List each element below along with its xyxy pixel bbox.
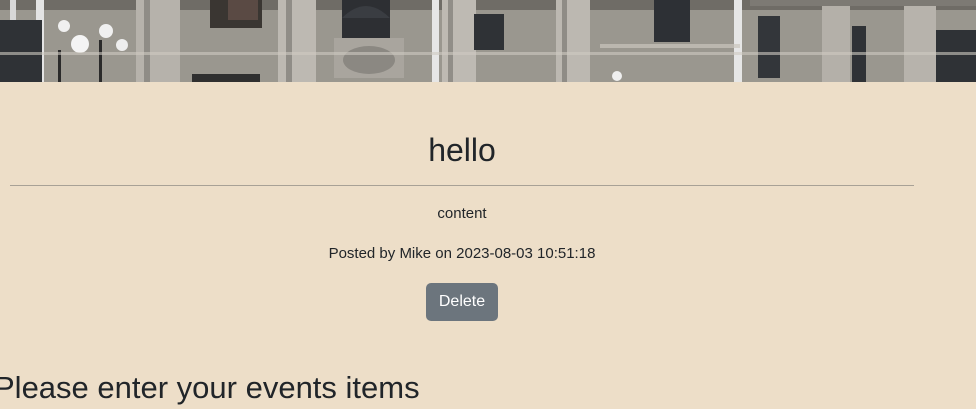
post-content: content (437, 205, 487, 222)
events-heading: Please enter your events items (0, 370, 420, 405)
divider (10, 185, 914, 186)
header-banner-image (0, 0, 976, 82)
post-title: hello (428, 132, 496, 168)
post-meta: Posted by Mike on 2023-08-03 10:51:18 (328, 245, 596, 262)
delete-button[interactable]: Delete (426, 283, 498, 321)
